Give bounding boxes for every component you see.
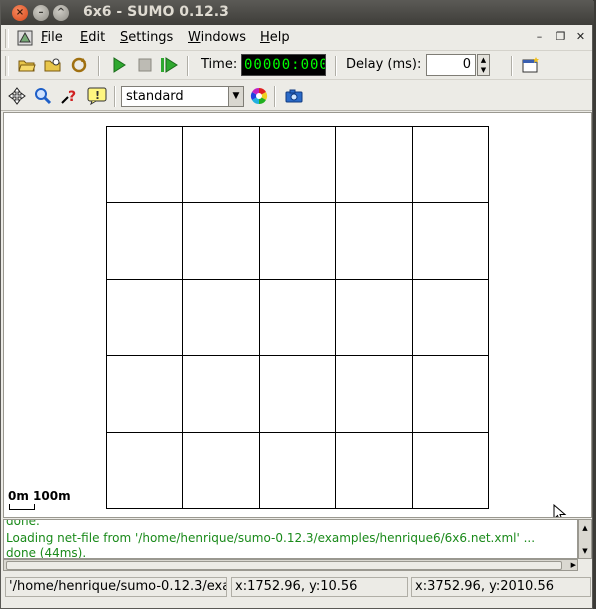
play-icon[interactable] [108, 54, 130, 76]
spinner-up-icon[interactable]: ▲ [478, 55, 489, 65]
log-line: Loading net-file from '/home/henrique/su… [6, 531, 536, 545]
recenter-icon[interactable] [6, 85, 28, 107]
query-icon[interactable]: ? [58, 85, 80, 107]
locate-icon[interactable] [32, 85, 54, 107]
new-view-icon[interactable] [520, 54, 542, 76]
color-scheme-select[interactable]: standard ▼ [121, 86, 244, 107]
road-edge-horizontal[interactable] [106, 278, 489, 280]
road-edge-vertical[interactable] [411, 126, 413, 508]
window-title: 6x6 - SUMO 0.12.3 [83, 4, 229, 20]
spinner-down-icon[interactable]: ▼ [478, 65, 489, 75]
stop-icon[interactable] [134, 54, 156, 76]
toolbar-separator [98, 56, 100, 76]
road-edge-vertical[interactable] [182, 126, 184, 508]
scrollbar-thumb[interactable] [6, 561, 562, 570]
scroll-right-icon[interactable]: ▶ [571, 560, 576, 570]
chevron-down-icon[interactable]: ▼ [228, 87, 243, 106]
minimize-window-button[interactable]: – [33, 5, 49, 21]
menu-help[interactable]: Help [260, 30, 290, 45]
menu-settings[interactable]: Settings [120, 30, 173, 45]
log-line: done (44ms). [6, 546, 87, 559]
toolbar-separator [274, 86, 276, 107]
menu-bar: File Edit Settings Windows Help – ❐ ✕ [1, 26, 592, 51]
title-bar[interactable]: × – ^ 6x6 - SUMO 0.12.3 [1, 1, 594, 25]
toolbar-separator [114, 86, 116, 107]
delay-label: Delay (ms): [346, 57, 422, 72]
svg-text:!: ! [95, 89, 100, 102]
close-window-button[interactable]: × [12, 5, 28, 21]
delay-spinner[interactable]: ▲ ▼ [477, 54, 490, 76]
app-window: × – ^ 6x6 - SUMO 0.12.3 File Edit Settin… [0, 0, 594, 609]
log-vertical-scrollbar[interactable]: ▲ ▼ [578, 519, 592, 559]
maximize-window-button[interactable]: ^ [53, 5, 69, 21]
status-file: '/home/henrique/sumo-0.12.3/exam [5, 577, 227, 597]
network-view-canvas[interactable]: 0m 100m [3, 112, 592, 518]
svg-text:?: ? [68, 89, 76, 105]
mdi-close-button[interactable]: ✕ [572, 29, 589, 46]
menubar-grip[interactable] [5, 29, 9, 48]
scroll-up-icon[interactable]: ▲ [579, 522, 591, 534]
tooltip-icon[interactable]: ! [86, 85, 108, 107]
status-bar: '/home/henrique/sumo-0.12.3/exam x:1752.… [1, 573, 592, 599]
step-icon[interactable] [158, 54, 180, 76]
delay-input[interactable]: 0 [426, 54, 476, 76]
time-display: 00000:000 [241, 54, 326, 76]
road-edge-vertical[interactable] [258, 126, 260, 508]
status-coordinates: x:1752.96, y:10.56 [231, 577, 408, 597]
road-edge-horizontal[interactable] [106, 202, 489, 204]
view-toolbar: ? ! [1, 82, 592, 111]
color-scheme-value: standard [126, 89, 184, 104]
color-wheel-icon[interactable] [248, 85, 270, 107]
time-label: Time: [201, 57, 238, 72]
reload-icon[interactable] [68, 54, 90, 76]
toolbar-separator [511, 56, 513, 76]
toolbar-grip[interactable] [5, 56, 9, 76]
open-folder-icon[interactable] [16, 54, 38, 76]
menu-edit[interactable]: Edit [80, 30, 105, 45]
road-edge-horizontal[interactable] [106, 508, 489, 509]
road-edge-horizontal[interactable] [106, 431, 489, 433]
scale-bar [9, 504, 35, 510]
log-horizontal-scrollbar[interactable]: ▶ [3, 559, 578, 571]
mdi-minimize-button[interactable]: – [531, 29, 548, 46]
toolbar-separator [335, 56, 337, 76]
toolbar-separator [187, 56, 189, 76]
road-edge-vertical[interactable] [488, 126, 489, 508]
scale-label: 0m 100m [8, 489, 71, 503]
menu-windows[interactable]: Windows [188, 30, 246, 45]
camera-icon[interactable] [283, 85, 305, 107]
mouse-cursor-icon [553, 504, 567, 517]
road-edge-vertical[interactable] [106, 126, 107, 508]
mdi-restore-button[interactable]: ❐ [552, 29, 569, 46]
message-log[interactable]: done. Loading net-file from '/home/henri… [3, 519, 578, 559]
app-icon[interactable] [14, 27, 36, 49]
menu-file[interactable]: File [41, 30, 63, 45]
status-geo-coordinates: x:3752.96, y:2010.56 [411, 577, 591, 597]
road-edge-horizontal[interactable] [106, 355, 489, 357]
road-edge-vertical[interactable] [335, 126, 337, 508]
log-line: done. [6, 519, 40, 528]
open-network-icon[interactable] [42, 54, 64, 76]
scroll-down-icon[interactable]: ▼ [579, 545, 591, 557]
road-edge-horizontal[interactable] [106, 126, 489, 127]
